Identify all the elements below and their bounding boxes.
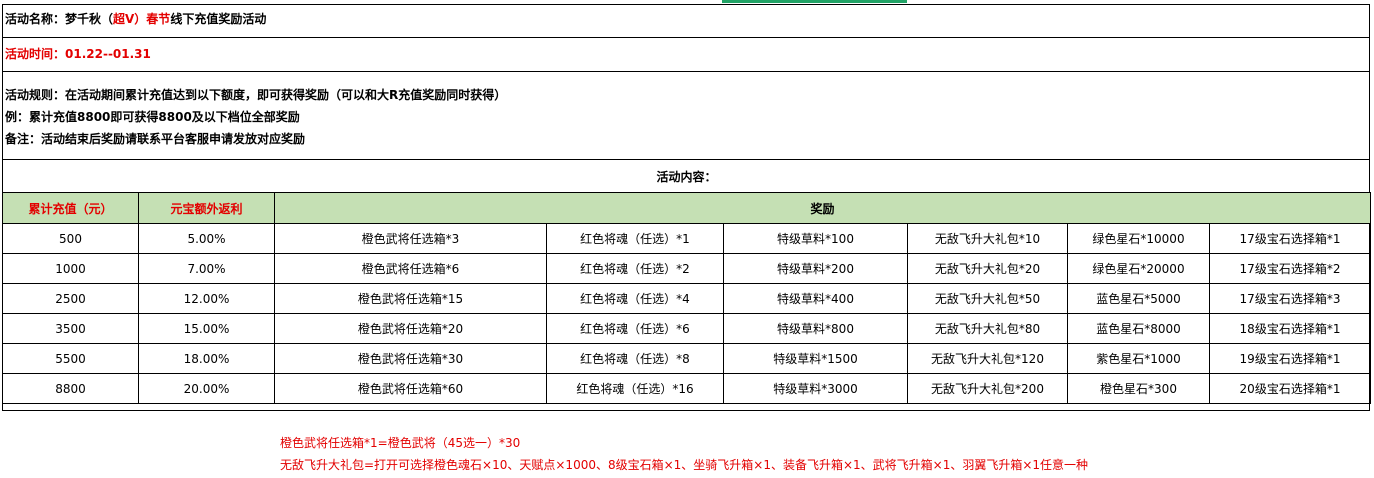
note-gift-pack[interactable]: 无敌飞升大礼包=打开可选择橙色魂石×10、天赋点×1000、8级宝石箱×1、坐骑… [280,458,1088,472]
rule-line: 活动规则：在活动期间累计充值达到以下额度，即可获得奖励（可以和大R充值奖励同时获… [5,88,507,102]
cell-star-stone[interactable]: 绿色星石*10000 [1067,223,1210,254]
cell-rebate-percent[interactable]: 12.00% [138,283,275,314]
activity-content-row[interactable]: 活动内容： [3,160,1370,193]
activity-time: 活动时间：01.22--01.31 [5,47,151,61]
activity-name-highlight: 超V）春节 [113,12,171,26]
cell-gem-box[interactable]: 19级宝石选择箱*1 [1209,343,1371,374]
activity-name-prefix: 活动名称：梦千秋（ [5,12,114,26]
table-row: 3500 15.00% 橙色武将任选箱*20 红色将魂（任选）*6 特级草料*800 无敌… [2,313,1371,344]
cell-gem-box[interactable]: 18级宝石选择箱*1 [1209,313,1371,344]
cell-hero-box[interactable]: 橙色武将任选箱*6 [274,253,547,284]
cell-rebate-percent[interactable]: 15.00% [138,313,275,344]
cell-gem-box[interactable]: 20级宝石选择箱*1 [1209,373,1371,404]
cell-rebate-percent[interactable]: 5.00% [138,223,275,254]
cell-star-stone[interactable]: 蓝色星石*5000 [1067,283,1210,314]
table-row: 2500 12.00% 橙色武将任选箱*15 红色将魂（任选）*4 特级草料*400 无敌… [2,283,1371,314]
active-column-indicator [722,0,907,3]
header-rewards[interactable]: 奖励 [274,192,1371,224]
cell-rebate-percent[interactable]: 7.00% [138,253,275,284]
table-row: 500 5.00% 橙色武将任选箱*3 红色将魂（任选）*1 特级草料*100 无敌飞升大… [2,223,1371,254]
cell-hero-box[interactable]: 橙色武将任选箱*30 [274,343,547,374]
cell-recharge-amount[interactable]: 8800 [2,373,139,404]
activity-name-row[interactable]: 活动名称：梦千秋（超V）春节线下充值奖励活动 [3,5,1370,38]
cell-red-soul[interactable]: 红色将魂（任选）*16 [546,373,724,404]
cell-recharge-amount[interactable]: 1000 [2,253,139,284]
cell-hero-box[interactable]: 橙色武将任选箱*20 [274,313,547,344]
cell-gem-box[interactable]: 17级宝石选择箱*2 [1209,253,1371,284]
cell-star-stone[interactable]: 紫色星石*1000 [1067,343,1210,374]
content-label: 活动内容： [656,170,717,184]
cell-red-soul[interactable]: 红色将魂（任选）*8 [546,343,724,374]
cell-recharge-amount[interactable]: 5500 [2,343,139,374]
note-hero-box[interactable]: 橙色武将任选箱*1=橙色武将（45选一）*30 [280,436,520,450]
cell-star-stone[interactable]: 蓝色星石*8000 [1067,313,1210,344]
reward-table: 累计充值（元） 元宝额外返利 奖励 500 5.00% 橙色武将任选箱*3 红色将魂（… [2,192,1371,404]
cell-red-soul[interactable]: 红色将魂（任选）*2 [546,253,724,284]
cell-fodder[interactable]: 特级草料*800 [723,313,908,344]
activity-rules-row[interactable]: 活动规则：在活动期间累计充值达到以下额度，即可获得奖励（可以和大R充值奖励同时获… [3,72,1370,160]
table-header-row: 累计充值（元） 元宝额外返利 奖励 [2,192,1371,224]
cell-recharge-amount[interactable]: 500 [2,223,139,254]
table-row: 1000 7.00% 橙色武将任选箱*6 红色将魂（任选）*2 特级草料*200 无敌飞升… [2,253,1371,284]
cell-red-soul[interactable]: 红色将魂（任选）*1 [546,223,724,254]
activity-time-row[interactable]: 活动时间：01.22--01.31 [3,38,1370,72]
header-bonus-rebate[interactable]: 元宝额外返利 [138,192,275,224]
cell-hero-box[interactable]: 橙色武将任选箱*60 [274,373,547,404]
cell-gem-box[interactable]: 17级宝石选择箱*1 [1209,223,1371,254]
cell-star-stone[interactable]: 橙色星石*300 [1067,373,1210,404]
cell-gift-pack[interactable]: 无敌飞升大礼包*200 [907,373,1068,404]
cell-gift-pack[interactable]: 无敌飞升大礼包*120 [907,343,1068,374]
cell-gift-pack[interactable]: 无敌飞升大礼包*20 [907,253,1068,284]
cell-rebate-percent[interactable]: 20.00% [138,373,275,404]
cell-recharge-amount[interactable]: 3500 [2,313,139,344]
cell-red-soul[interactable]: 红色将魂（任选）*6 [546,313,724,344]
rule-line: 备注：活动结束后奖励请联系平台客服申请发放对应奖励 [5,132,306,146]
cell-star-stone[interactable]: 绿色星石*20000 [1067,253,1210,284]
cell-gem-box[interactable]: 17级宝石选择箱*3 [1209,283,1371,314]
cell-rebate-percent[interactable]: 18.00% [138,343,275,374]
cell-gift-pack[interactable]: 无敌飞升大礼包*80 [907,313,1068,344]
cell-hero-box[interactable]: 橙色武将任选箱*15 [274,283,547,314]
cell-fodder[interactable]: 特级草料*200 [723,253,908,284]
cell-recharge-amount[interactable]: 2500 [2,283,139,314]
cell-fodder[interactable]: 特级草料*1500 [723,343,908,374]
cell-red-soul[interactable]: 红色将魂（任选）*4 [546,283,724,314]
cell-hero-box[interactable]: 橙色武将任选箱*3 [274,223,547,254]
activity-name-suffix: 线下充值奖励活动 [170,12,267,26]
cell-fodder[interactable]: 特级草料*400 [723,283,908,314]
header-total-recharge[interactable]: 累计充值（元） [2,192,139,224]
cell-fodder[interactable]: 特级草料*3000 [723,373,908,404]
rule-line: 例：累计充值8800即可获得8800及以下档位全部奖励 [5,110,300,124]
cell-gift-pack[interactable]: 无敌飞升大礼包*10 [907,223,1068,254]
cell-fodder[interactable]: 特级草料*100 [723,223,908,254]
table-row: 5500 18.00% 橙色武将任选箱*30 红色将魂（任选）*8 特级草料*1500 无… [2,343,1371,374]
cell-gift-pack[interactable]: 无敌飞升大礼包*50 [907,283,1068,314]
table-row: 8800 20.00% 橙色武将任选箱*60 红色将魂（任选）*16 特级草料*3000… [2,373,1371,404]
